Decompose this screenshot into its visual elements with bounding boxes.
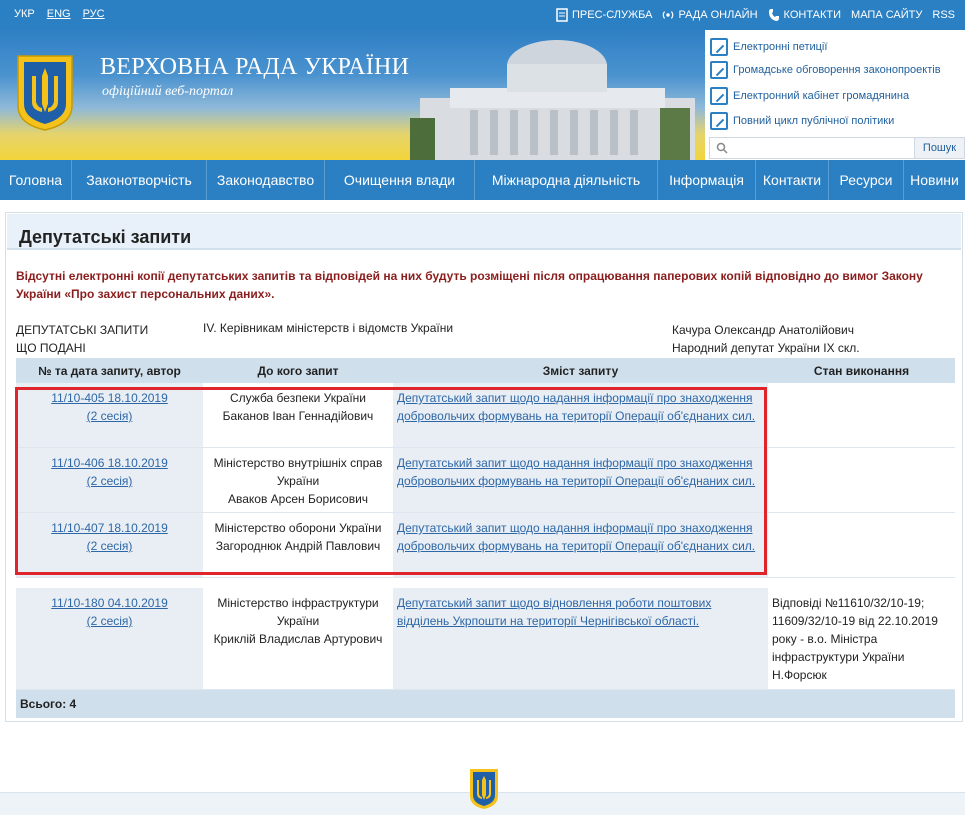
edit-icon [710, 38, 728, 56]
recipient-line: Міністерство інфраструктури [217, 596, 379, 610]
rada-online-label: РАДА ОНЛАЙН [678, 9, 758, 21]
nav-item-lawmaking[interactable]: Законотворчість [72, 160, 207, 200]
press-service-label: ПРЕС-СЛУЖБА [572, 9, 653, 21]
recipient-line: Криклій Владислав Артурович [213, 632, 383, 646]
session-link[interactable]: (2 сесія) [16, 612, 203, 630]
contacts-label: КОНТАКТИ [783, 9, 842, 21]
page-title: Депутатські запити [19, 227, 192, 247]
search-input[interactable] [710, 138, 914, 158]
edit-icon [710, 61, 728, 79]
header-banner: ВЕРХОВНА РАДА УКРАЇНИ офіційний веб-порт… [0, 30, 705, 160]
column-header-status: Стан виконання [813, 363, 910, 378]
page-title-bar: Депутатські запити [7, 214, 961, 250]
rada-online-link[interactable]: РАДА ОНЛАЙН [662, 8, 758, 22]
nav-item-lustration[interactable]: Очищення влади [325, 160, 475, 200]
requests-category: IV. Керівникам міністерств і відомств Ук… [203, 321, 454, 335]
site-title[interactable]: ВЕРХОВНА РАДА УКРАЇНИ [100, 54, 409, 81]
recipient-line: України [276, 614, 320, 628]
phone-icon [768, 9, 779, 21]
rss-link[interactable]: RSS [932, 9, 955, 21]
e-petitions-link[interactable]: Електронні петиції [710, 38, 827, 56]
search-button[interactable]: Пошук [914, 138, 964, 158]
request-content-link[interactable]: Депутатський запит щодо відновлення робо… [397, 596, 711, 628]
lang-rus[interactable]: РУС [83, 8, 105, 20]
language-switcher: УКР ENG РУС [14, 8, 105, 20]
search-box: Пошук [709, 137, 965, 159]
policy-cycle-label: Повний цикл публічної політики [733, 115, 895, 127]
main-nav: Головна Законотворчість Законодавство Оч… [0, 160, 965, 200]
site-subtitle: офіційний веб-портал [102, 84, 234, 99]
press-service-link[interactable]: ПРЕС-СЛУЖБА [556, 8, 652, 22]
search-icon [716, 142, 728, 154]
nav-item-international[interactable]: Міжнародна діяльність [475, 160, 658, 200]
sitemap-link[interactable]: МАПА САЙТУ [851, 9, 922, 21]
parliament-building-image [410, 40, 695, 160]
requests-type: ДЕПУТАТСЬКІ ЗАПИТИ ЩО ПОДАНІ [16, 321, 148, 357]
nav-item-resources[interactable]: Ресурси [829, 160, 904, 200]
public-discussion-link[interactable]: Громадське обговорення законопроектів [710, 61, 941, 79]
status-cell [768, 448, 955, 512]
citizen-cabinet-link[interactable]: Електронний кабінет громадянина [710, 87, 909, 105]
request-number-link[interactable]: 11/10-180 04.10.2019 [16, 594, 203, 612]
notice-text: Відсутні електронні копії депутатських з… [16, 269, 923, 301]
deputy-name: Качура Олександр Анатолійович [672, 323, 854, 337]
nav-item-home[interactable]: Головна [0, 160, 72, 200]
column-header-number: № та дата запиту, автор [38, 363, 181, 378]
column-header-recipient: До кого запит [257, 363, 339, 378]
edit-icon [710, 112, 728, 130]
top-links: ПРЕС-СЛУЖБА РАДА ОНЛАЙН КОНТАКТИ МАПА СА… [556, 8, 955, 22]
recipient-cell: Міністерство інфраструктури України Крик… [203, 588, 393, 689]
citizen-cabinet-label: Електронний кабінет громадянина [733, 90, 910, 102]
status-cell [768, 513, 955, 577]
edit-icon [710, 87, 728, 105]
requests-type-line2: ЩО ПОДАНІ [16, 341, 86, 355]
content-cell: Депутатський запит щодо відновлення робо… [393, 588, 768, 689]
contacts-link[interactable]: КОНТАКТИ [768, 8, 842, 22]
requests-type-line1: ДЕПУТАТСЬКІ ЗАПИТИ [16, 323, 149, 337]
table-header: № та дата запиту, автор До кого запит Зм… [16, 358, 955, 383]
lang-eng[interactable]: ENG [47, 8, 71, 20]
nav-item-information[interactable]: Інформація [658, 160, 756, 200]
deputy-info: Качура Олександр Анатолійович Народний д… [672, 321, 860, 357]
header-side-links: Електронні петиції Громадське обговоренн… [705, 30, 965, 160]
e-petitions-label: Електронні петиції [733, 41, 828, 53]
public-discussion-label: Громадське обговорення законопроектів [733, 64, 941, 76]
status-cell: Відповіді №11610/32/10-19; 11609/32/10-1… [768, 588, 955, 689]
nav-item-legislation[interactable]: Законодавство [207, 160, 325, 200]
table-total: Всього: 4 [16, 690, 955, 718]
column-header-content: Зміст запиту [542, 363, 619, 378]
top-bar: УКР ENG РУС ПРЕС-СЛУЖБА РАДА ОНЛАЙН КОНТ… [0, 0, 965, 30]
broadcast-icon [663, 11, 674, 19]
highlight-box [15, 387, 767, 575]
status-cell [768, 383, 955, 447]
footer-coat-of-arms-icon[interactable] [469, 768, 499, 810]
coat-of-arms-icon[interactable] [16, 54, 74, 132]
document-icon [556, 8, 568, 22]
request-number-cell: 11/10-180 04.10.2019 (2 сесія) [16, 588, 203, 689]
lang-ukr[interactable]: УКР [14, 8, 35, 20]
site-header: ВЕРХОВНА РАДА УКРАЇНИ офіційний веб-порт… [0, 30, 965, 160]
policy-cycle-link[interactable]: Повний цикл публічної політики [710, 112, 894, 130]
nav-item-news[interactable]: Новини [904, 160, 965, 200]
table-row: 11/10-180 04.10.2019 (2 сесія) Міністерс… [16, 588, 955, 690]
nav-item-contacts[interactable]: Контакти [756, 160, 829, 200]
deputy-position: Народний депутат України IX скл. [672, 341, 860, 355]
